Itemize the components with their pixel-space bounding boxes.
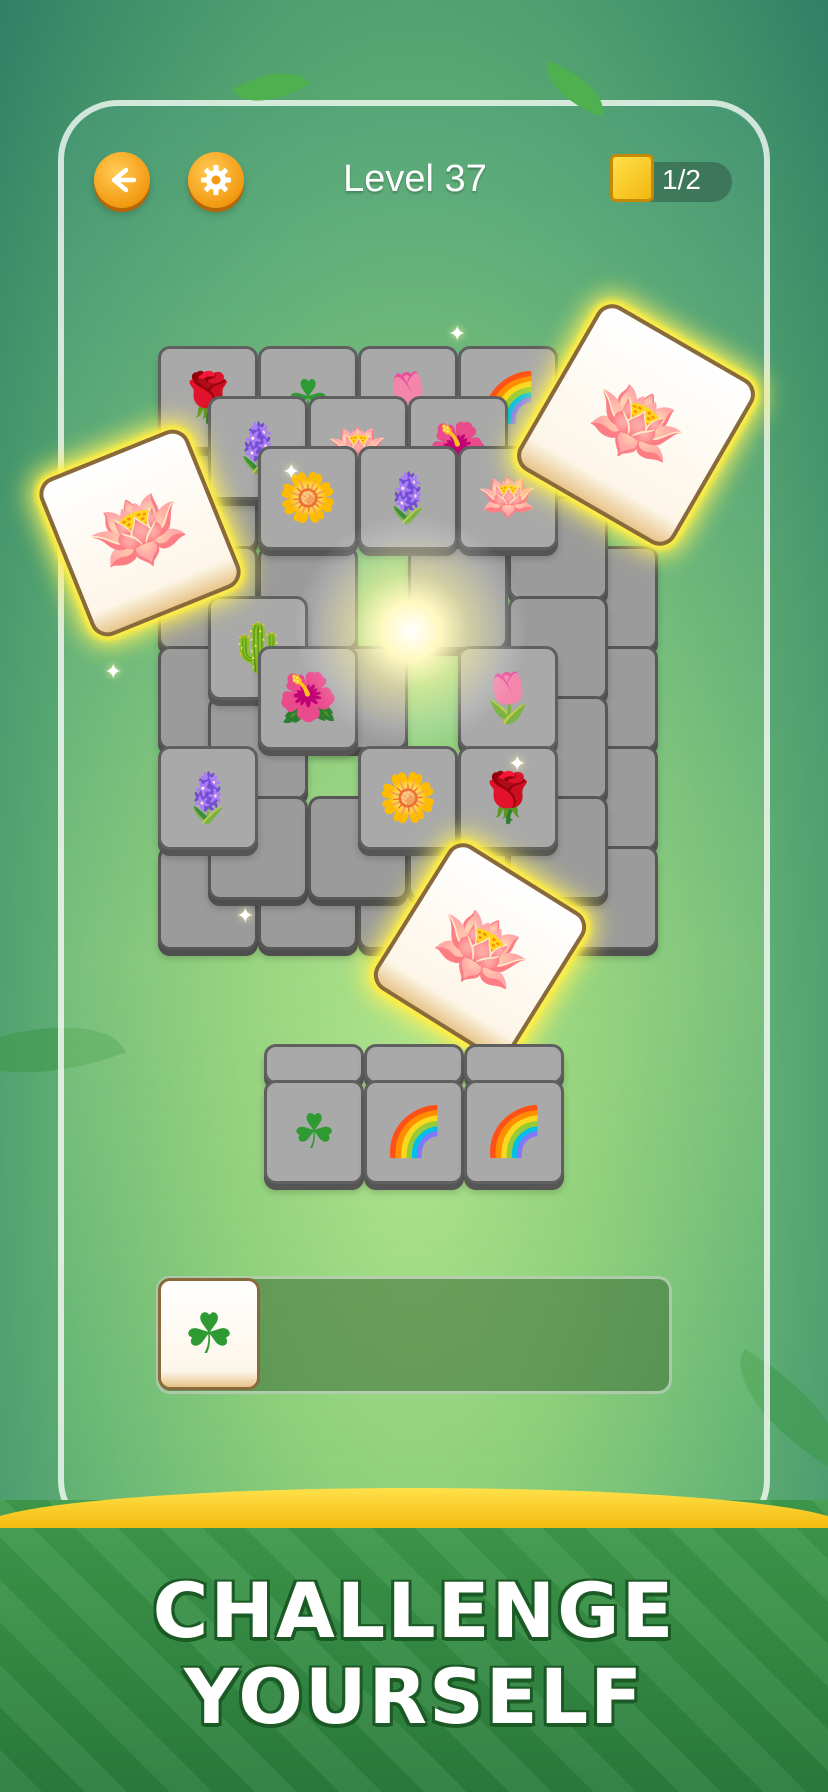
gear-icon [201, 165, 231, 195]
rose-icon: 🌹 [478, 770, 538, 826]
clover-icon: ☘ [183, 1301, 235, 1367]
stack-tile[interactable]: 🌈 [364, 1080, 464, 1184]
board-tile[interactable]: 🌼 [258, 446, 358, 550]
sparkle-icon: ✦ [448, 322, 467, 347]
sparkle-icon: ✦ [282, 460, 301, 485]
lotus-icon: 🪷 [478, 470, 538, 526]
progress-tile-icon [610, 154, 654, 202]
bellflower-icon: 🪻 [178, 770, 238, 826]
sparkle-icon: ✦ [508, 752, 527, 777]
arrow-left-icon [111, 167, 137, 193]
rainbow-icon: 🌈 [384, 1104, 444, 1160]
lotus-icon: 🪷 [569, 359, 703, 490]
lotus-icon: 🪷 [76, 470, 204, 595]
stack-tile[interactable]: 🌈 [464, 1080, 564, 1184]
back-button[interactable] [94, 152, 150, 208]
board-tile[interactable]: 🪻 [158, 746, 258, 850]
clover-icon: ☘ [292, 1104, 336, 1160]
lotus-icon: 🪷 [413, 884, 548, 1017]
level-progress-count: 1/2 [662, 164, 701, 195]
settings-button[interactable] [188, 152, 244, 208]
sunflower-icon: 🌼 [378, 770, 438, 826]
headline-line-1: CHALLENGE [152, 1566, 676, 1655]
bellflower-icon: 🪻 [378, 470, 438, 526]
rainbow-icon: 🌈 [484, 1104, 544, 1160]
sparkle-icon: ✦ [104, 660, 123, 685]
stack-tile-base [364, 1044, 464, 1084]
match-burst-effect [296, 516, 526, 746]
stack-tile[interactable]: ☘ [264, 1080, 364, 1184]
board-tile[interactable]: 🌼 [358, 746, 458, 850]
promo-headline: CHALLENGE YOURSELF [0, 1568, 828, 1740]
headline-line-2: YOURSELF [183, 1652, 645, 1741]
sparkle-icon: ✦ [236, 904, 255, 929]
tray-slot-tile[interactable]: ☘ [158, 1278, 260, 1390]
level-title: Level 37 [343, 158, 487, 200]
stack-tile-base [464, 1044, 564, 1084]
stack-tile-base [264, 1044, 364, 1084]
